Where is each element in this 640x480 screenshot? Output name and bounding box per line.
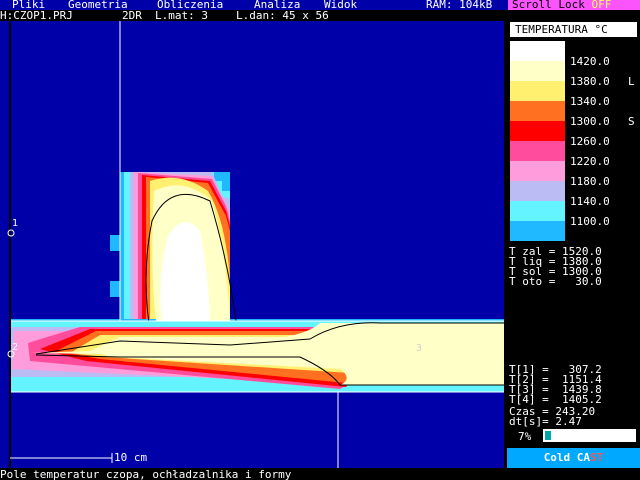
param-ambient-temp: T oto = 30.0 xyxy=(509,275,602,288)
legend-swatch-1300 xyxy=(510,101,565,121)
result-t4: T[4] = 1405.2 xyxy=(509,393,602,406)
app-logo-accent: ST xyxy=(590,451,604,464)
legend-value-1260: 1260.0 xyxy=(570,135,610,148)
progress-label: 7% xyxy=(518,430,532,443)
legend-swatch-1100 xyxy=(510,201,565,221)
legend-swatch-1380 xyxy=(510,61,565,81)
legend-value-1100: 1100.0 xyxy=(570,215,610,228)
legend-swatch-1340 xyxy=(510,81,565,101)
side-panel: TEMPERATURA °C 1420.0 1380.0 L 1340.0 13… xyxy=(504,21,640,468)
legend-swatch-below xyxy=(510,221,565,241)
result-timestep: dt[s]= 2.47 xyxy=(509,415,582,428)
ram-indicator: RAM: 104kB xyxy=(426,0,493,11)
legend-value-1220: 1220.0 xyxy=(570,155,610,168)
legend-swatch-1260 xyxy=(510,121,565,141)
legend-title: TEMPERATURA °C xyxy=(510,22,637,37)
menu-geometria[interactable]: Geometria xyxy=(68,0,128,10)
legend-value-1180: 1180.0 xyxy=(570,175,610,188)
legend-value-1380: 1380.0 xyxy=(570,75,610,88)
app-logo-text: Cold CA xyxy=(543,451,591,464)
scale-label: 10 cm xyxy=(114,451,148,464)
point-1-label: 1 xyxy=(12,218,19,229)
legend-value-1140: 1140.0 xyxy=(570,195,610,208)
material-count: L.mat: 3 xyxy=(155,9,208,22)
temperature-field-view[interactable]: 1 2 3 10 cm xyxy=(0,21,504,468)
temperature-field-plot xyxy=(7,21,504,468)
legend-swatch-1180 xyxy=(510,161,565,181)
grid-size: L.dan: 45 x 56 xyxy=(236,9,329,22)
progress-bar xyxy=(543,429,636,442)
scroll-lock-indicator[interactable]: Scroll Lock OFF xyxy=(508,0,640,10)
legend-value-1340: 1340.0 xyxy=(570,95,610,108)
solidus-mark: S xyxy=(628,115,635,128)
point-3-label: 3 xyxy=(416,343,423,354)
legend-swatch-1220 xyxy=(510,141,565,161)
progress-fill xyxy=(545,431,551,440)
point-2-label: 2 xyxy=(12,342,19,353)
info-bar: H:CZOP1.PRJ 2DR L.mat: 3 L.dan: 45 x 56 xyxy=(0,10,640,21)
analysis-mode: 2DR xyxy=(122,9,142,22)
app-logo: Cold CAST xyxy=(507,448,640,468)
legend-swatch-1140 xyxy=(510,181,565,201)
liquidus-mark: L xyxy=(628,75,635,88)
project-name: H:CZOP1.PRJ xyxy=(0,9,73,22)
status-bar: Pole temperatur czopa, ochładzalnika i f… xyxy=(0,468,640,480)
menu-widok[interactable]: Widok xyxy=(324,0,357,10)
legend-value-1300: 1300.0 xyxy=(570,115,610,128)
legend-swatch-1420 xyxy=(510,41,565,61)
status-text: Pole temperatur czopa, ochładzalnika i f… xyxy=(0,468,292,480)
legend-value-1420: 1420.0 xyxy=(570,55,610,68)
